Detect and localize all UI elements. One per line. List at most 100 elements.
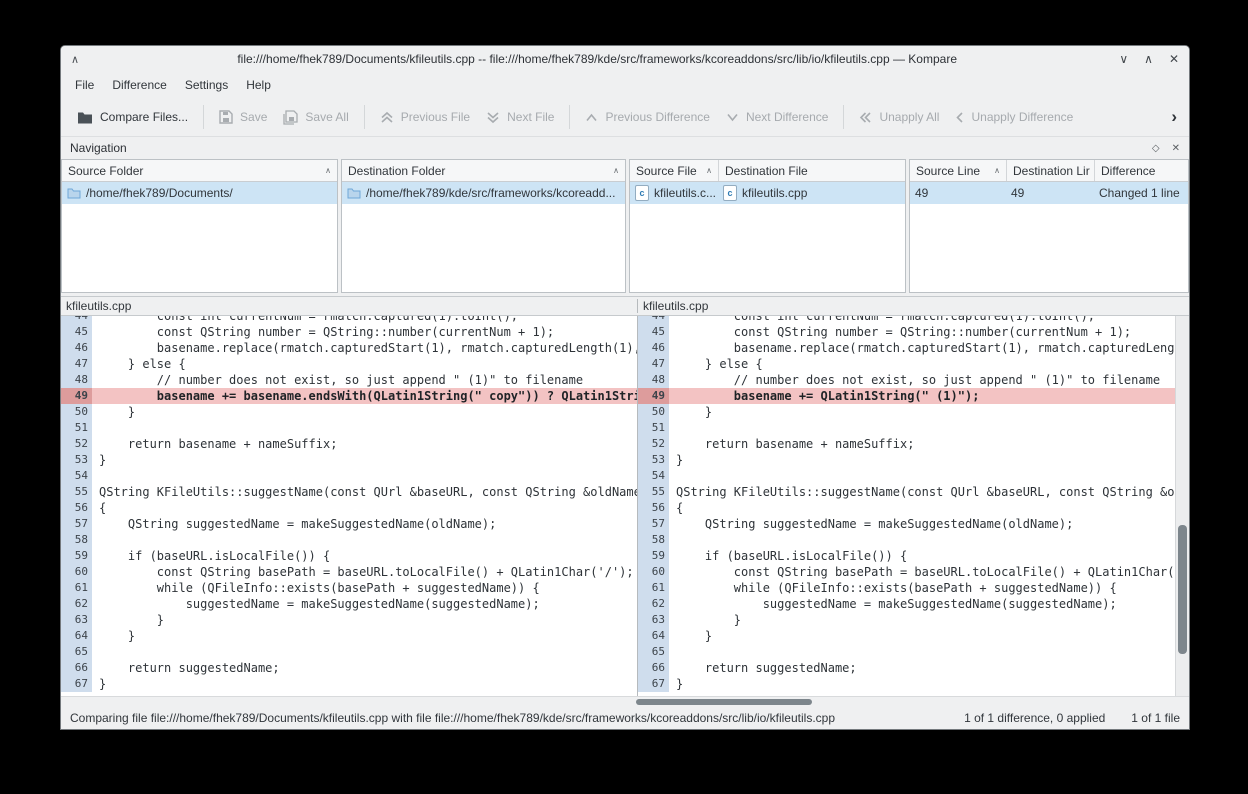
menu-difference[interactable]: Difference	[103, 74, 175, 96]
line-number: 44	[61, 316, 92, 324]
line-text	[669, 644, 1189, 660]
dock-float-icon[interactable]: ◇	[1152, 143, 1160, 154]
file-pair-row[interactable]: c kfileutils.c... c kfileutils.cpp	[630, 182, 905, 204]
folder-icon	[67, 188, 81, 199]
line-number: 50	[61, 404, 92, 420]
code-line: 46 basename.replace(rmatch.capturedStart…	[638, 340, 1189, 356]
line-text: }	[92, 676, 637, 692]
code-line: 57 QString suggestedName = makeSuggested…	[61, 516, 637, 532]
source-code-pane[interactable]: 44 const int currentNum = rmatch.capture…	[61, 316, 638, 696]
code-line: 51	[61, 420, 637, 436]
difference-row[interactable]: 49 49 Changed 1 line	[910, 182, 1188, 204]
app-icon: ∧	[71, 53, 87, 66]
line-number: 52	[61, 436, 92, 452]
source-folder-column-header[interactable]: Source Folder ∧	[62, 160, 337, 181]
previous-file-label: Previous File	[401, 110, 470, 124]
source-line-column-header[interactable]: Source Line ∧	[910, 160, 1006, 181]
line-number: 56	[61, 500, 92, 516]
next-difference-button[interactable]: Next Difference	[718, 104, 836, 130]
unapply-all-button[interactable]: Unapply All	[851, 104, 947, 130]
next-file-button[interactable]: Next File	[478, 104, 562, 130]
minimize-button[interactable]: ∨	[1119, 52, 1128, 66]
line-text	[92, 420, 637, 436]
titlebar[interactable]: ∧ file:///home/fhek789/Documents/kfileut…	[61, 46, 1189, 72]
unapply-difference-label: Unapply Difference	[971, 110, 1073, 124]
next-file-label: Next File	[507, 110, 554, 124]
source-folder-row[interactable]: /home/fhek789/Documents/	[62, 182, 337, 204]
destination-folder-row[interactable]: /home/fhek789/kde/src/frameworks/kcoread…	[342, 182, 625, 204]
source-code-lines: 44 const int currentNum = rmatch.capture…	[61, 316, 637, 692]
save-all-label: Save All	[305, 110, 348, 124]
line-number: 58	[638, 532, 669, 548]
code-line: 44 const int currentNum = rmatch.capture…	[638, 316, 1189, 324]
menu-help[interactable]: Help	[237, 74, 280, 96]
source-line-header-label: Source Line	[916, 164, 980, 178]
line-text: {	[669, 500, 1189, 516]
code-line: 61 while (QFileInfo::exists(basePath + s…	[61, 580, 637, 596]
vertical-scrollbar[interactable]	[1175, 316, 1189, 696]
code-line: 56 {	[638, 500, 1189, 516]
close-button[interactable]: ✕	[1169, 52, 1179, 66]
toolbar: Compare Files... Save Save All Previous …	[61, 98, 1189, 137]
source-file-column-header[interactable]: Source File ∧	[630, 160, 718, 181]
panel-empty-area	[910, 204, 1188, 292]
line-number: 47	[638, 356, 669, 372]
line-text: // number does not exist, so just append…	[669, 372, 1189, 388]
cpp-file-icon: c	[635, 185, 649, 201]
code-line: 46 basename.replace(rmatch.capturedStart…	[61, 340, 637, 356]
line-number: 46	[61, 340, 92, 356]
code-line: 64 }	[61, 628, 637, 644]
line-number: 47	[61, 356, 92, 372]
menu-file[interactable]: File	[66, 74, 103, 96]
destination-line-column-header[interactable]: Destination Lir	[1006, 160, 1094, 181]
line-number: 59	[638, 548, 669, 564]
code-line: 47 } else {	[61, 356, 637, 372]
save-icon	[219, 110, 233, 124]
line-number: 61	[61, 580, 92, 596]
horizontal-scrollbar[interactable]	[61, 696, 1189, 707]
dock-close-icon[interactable]: ✕	[1172, 143, 1180, 154]
chevron-up-icon	[585, 113, 598, 122]
line-number: 65	[638, 644, 669, 660]
status-message: Comparing file file:///home/fhek789/Docu…	[70, 711, 938, 725]
code-line: 50 }	[638, 404, 1189, 420]
source-folder-path: /home/fhek789/Documents/	[86, 186, 233, 200]
line-text: }	[92, 452, 637, 468]
code-line: 67 }	[61, 676, 637, 692]
double-chevron-up-icon	[380, 111, 394, 124]
line-number: 62	[638, 596, 669, 612]
source-file-header-label: Source File	[636, 164, 697, 178]
status-differences: 1 of 1 difference, 0 applied	[964, 711, 1105, 725]
line-number: 57	[638, 516, 669, 532]
line-text: basename += basename.endsWith(QLatin1Str…	[92, 388, 637, 404]
compare-files-button[interactable]: Compare Files...	[69, 104, 196, 130]
maximize-button[interactable]: ∧	[1144, 52, 1153, 66]
destination-line-value: 49	[1011, 186, 1024, 200]
line-text: QString KFileUtils::suggestName(const QU…	[92, 484, 637, 500]
navigation-dock-titlebar: Navigation ◇ ✕	[61, 137, 1189, 159]
cpp-file-icon: c	[723, 185, 737, 201]
line-text: } else {	[92, 356, 637, 372]
toolbar-overflow-button[interactable]: ›	[1167, 107, 1181, 127]
save-button[interactable]: Save	[211, 104, 275, 130]
line-number: 45	[638, 324, 669, 340]
destination-folder-path: /home/fhek789/kde/src/frameworks/kcoread…	[366, 186, 615, 200]
previous-file-button[interactable]: Previous File	[372, 104, 478, 130]
line-text: return basename + nameSuffix;	[92, 436, 637, 452]
difference-column-header[interactable]: Difference	[1094, 160, 1188, 181]
destination-code-pane[interactable]: 44 const int currentNum = rmatch.capture…	[638, 316, 1189, 696]
menu-settings[interactable]: Settings	[176, 74, 237, 96]
line-text: suggestedName = makeSuggestedName(sugges…	[92, 596, 637, 612]
line-text: return suggestedName;	[669, 660, 1189, 676]
horizontal-scrollbar-thumb[interactable]	[636, 699, 812, 705]
status-files: 1 of 1 file	[1131, 711, 1180, 725]
destination-folder-column-header[interactable]: Destination Folder ∧	[342, 160, 625, 181]
save-all-button[interactable]: Save All	[275, 104, 356, 131]
source-folder-header-label: Source Folder	[68, 164, 143, 178]
previous-difference-button[interactable]: Previous Difference	[577, 104, 718, 130]
line-number: 44	[638, 316, 669, 324]
left-pane-title: kfileutils.cpp	[61, 299, 638, 313]
unapply-difference-button[interactable]: Unapply Difference	[947, 104, 1081, 130]
destination-file-column-header[interactable]: Destination File	[718, 160, 905, 181]
vertical-scrollbar-thumb[interactable]	[1178, 525, 1187, 654]
